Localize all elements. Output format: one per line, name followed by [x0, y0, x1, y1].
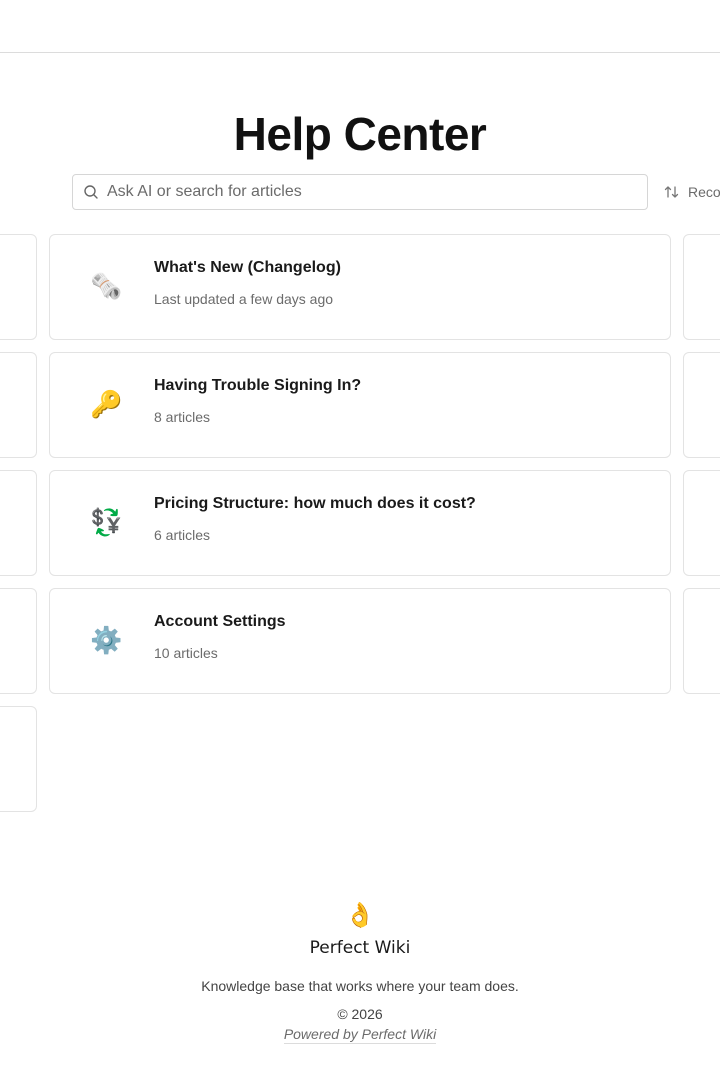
card-partial-left[interactable] — [0, 234, 37, 340]
gear-icon: ⚙️ — [90, 626, 123, 656]
search-input[interactable] — [107, 183, 627, 201]
newspaper-icon: 🗞️ — [90, 272, 123, 302]
category-card-changelog[interactable]: 🗞️ What's New (Changelog) Last updated a… — [49, 234, 671, 340]
card-partial-left[interactable] — [0, 352, 37, 458]
search-box[interactable] — [72, 174, 648, 210]
card-title: Having Trouble Signing In? — [154, 377, 362, 394]
card-partial-right[interactable] — [683, 234, 720, 340]
card-subtitle: 6 articles — [154, 527, 211, 543]
sort-arrows-icon — [664, 184, 680, 200]
category-card-pricing[interactable]: 💱 Pricing Structure: how much does it co… — [49, 470, 671, 576]
category-card-signing-in[interactable]: 🔑 Having Trouble Signing In? 8 articles — [49, 352, 671, 458]
ok-hand-icon: 👌 — [345, 902, 375, 929]
sort-button[interactable]: Reco — [664, 180, 720, 204]
powered-by-link[interactable]: Powered by Perfect Wiki — [283, 1026, 437, 1044]
search-icon — [83, 184, 99, 200]
card-subtitle: 10 articles — [154, 645, 218, 661]
card-partial-right[interactable] — [683, 470, 720, 576]
sort-label: Reco — [688, 184, 720, 200]
page: Help Center Reco 🗞️ What's New (Changelo… — [0, 0, 720, 1080]
footer-tagline: Knowledge base that works where your tea… — [201, 978, 519, 994]
card-partial-left[interactable] — [0, 470, 37, 576]
key-icon: 🔑 — [90, 390, 123, 420]
footer-powered: Powered by Perfect Wiki — [0, 1026, 720, 1044]
card-subtitle: Last updated a few days ago — [154, 291, 334, 307]
currency-exchange-icon: 💱 — [90, 508, 123, 538]
card-partial-left[interactable] — [0, 588, 37, 694]
card-subtitle: 8 articles — [154, 409, 211, 425]
card-partial-left[interactable] — [0, 706, 37, 812]
category-card-account-settings[interactable]: ⚙️ Account Settings 10 articles — [49, 588, 671, 694]
card-title: Account Settings — [154, 613, 286, 630]
top-bar — [0, 0, 720, 53]
card-title: Pricing Structure: how much does it cost… — [154, 495, 476, 512]
card-title: What's New (Changelog) — [154, 259, 341, 276]
page-title: Help Center — [233, 108, 487, 160]
card-partial-right[interactable] — [683, 352, 720, 458]
footer-brand: Perfect Wiki — [309, 938, 411, 958]
card-partial-right[interactable] — [683, 588, 720, 694]
footer-copyright: © 2026 — [337, 1006, 383, 1022]
